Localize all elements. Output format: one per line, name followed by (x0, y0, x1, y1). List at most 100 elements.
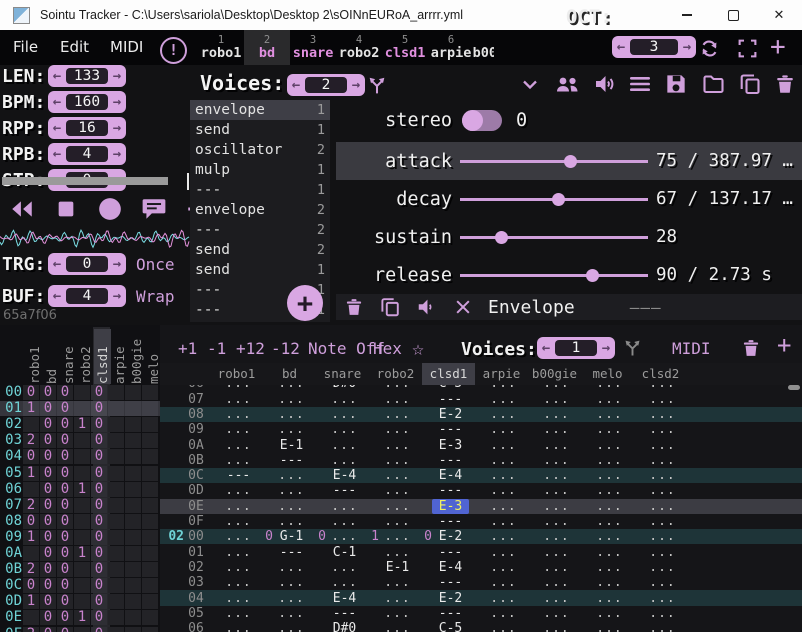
order-cell[interactable] (142, 610, 158, 625)
pattern-cell[interactable]: ... (579, 529, 632, 544)
pattern-cell[interactable]: --- (314, 606, 367, 621)
param-slider[interactable] (460, 218, 648, 256)
fullscreen-icon[interactable] (737, 38, 758, 59)
pattern-cell[interactable]: --- (208, 468, 261, 483)
add-pattern-button[interactable]: + (777, 331, 791, 359)
instrument-tab-clsd1[interactable]: 5clsd1 (382, 30, 428, 65)
stepper-increment-button[interactable]: → (110, 65, 124, 87)
pattern-cell[interactable]: ... (579, 407, 632, 422)
pattern-toolbar-button-hex[interactable]: Hex (373, 339, 402, 358)
menu-file[interactable]: File (13, 30, 38, 65)
pattern-cell[interactable]: --- (261, 545, 314, 560)
stepper-decrement-button[interactable]: ← (50, 65, 64, 87)
order-cell[interactable]: 0 (57, 610, 73, 625)
order-cell[interactable]: 0 (91, 401, 107, 416)
order-cell[interactable]: 0 (23, 514, 39, 529)
pattern-cell[interactable]: ... (261, 422, 314, 437)
minimize-button[interactable] (664, 0, 710, 30)
unit-item-mulp[interactable]: mulp1 (190, 160, 330, 180)
pattern-cell[interactable]: ... (579, 453, 632, 468)
pattern-cell[interactable]: E-4 (420, 560, 473, 575)
pattern-cell[interactable]: ... (367, 407, 420, 422)
pattern-cell[interactable]: ... (261, 606, 314, 621)
order-cell[interactable] (125, 610, 141, 625)
param-slider[interactable] (460, 256, 648, 294)
speaker-icon[interactable] (593, 72, 617, 96)
pattern-cell[interactable]: ... (367, 453, 420, 468)
pattern-cell[interactable]: ... (526, 591, 579, 606)
pattern-cell[interactable]: ... (632, 422, 685, 437)
order-cell[interactable] (125, 401, 141, 416)
pattern-cell[interactable]: ... (261, 575, 314, 590)
order-cell[interactable] (74, 562, 90, 577)
order-cell[interactable]: 0 (40, 562, 56, 577)
slider-thumb[interactable] (564, 155, 577, 168)
pattern-cell[interactable]: ... (208, 453, 261, 468)
pattern-cell[interactable]: ... (314, 575, 367, 590)
pattern-cell[interactable]: ... (314, 453, 367, 468)
pattern-cell[interactable]: ... (473, 621, 526, 632)
instrument-tab-robo2[interactable]: 4robo2 (336, 30, 382, 65)
order-track-header-b00gie[interactable]: b00gie (128, 329, 145, 384)
instrument-tab-b00gie[interactable]: 7b00gie (474, 30, 494, 65)
pattern-cell[interactable]: E-2 (420, 591, 473, 606)
order-cell[interactable] (142, 482, 158, 497)
order-cell[interactable]: 2 (23, 627, 39, 632)
order-cell[interactable] (108, 482, 124, 497)
order-cell[interactable] (125, 498, 141, 513)
unit-item-oscillator[interactable]: oscillator2 (190, 140, 330, 160)
order-cell[interactable]: 0 (91, 530, 107, 545)
pattern-track-header-snare[interactable]: snare (316, 363, 369, 385)
split-voices-icon[interactable] (366, 75, 388, 97)
order-cell[interactable]: 0 (57, 417, 73, 432)
pattern-cell[interactable]: ... (473, 468, 526, 483)
song-progress-bar[interactable] (2, 177, 168, 185)
pattern-cell[interactable]: ... (261, 483, 314, 498)
order-cell[interactable] (23, 610, 39, 625)
order-cell[interactable] (142, 627, 158, 632)
pattern-cell[interactable]: --- (420, 392, 473, 407)
stepper-increment-button[interactable]: → (110, 117, 124, 139)
order-cell[interactable] (125, 449, 141, 464)
pattern-cell[interactable]: ... (314, 422, 367, 437)
order-cell[interactable]: 2 (23, 562, 39, 577)
order-cell[interactable] (142, 578, 158, 593)
pattern-track-header-b00gie[interactable]: b00gie (528, 363, 581, 385)
pattern-cell[interactable]: ... (632, 545, 685, 560)
order-cell[interactable]: 0 (91, 627, 107, 632)
order-cell[interactable]: 0 (91, 449, 107, 464)
add-instrument-button[interactable]: + (770, 30, 786, 65)
order-cell[interactable]: 1 (74, 610, 90, 625)
stepper-increment-button[interactable]: → (349, 74, 363, 96)
pattern-cell[interactable]: ... (526, 575, 579, 590)
order-cell[interactable]: 0 (91, 578, 107, 593)
pattern-toolbar-button-+12[interactable]: +12 (236, 339, 265, 358)
pattern-cell[interactable]: ... (261, 621, 314, 632)
order-cell[interactable]: 0 (57, 401, 73, 416)
pattern-cell[interactable]: ... (261, 407, 314, 422)
pattern-cell[interactable]: ... (208, 560, 261, 575)
order-cell[interactable] (142, 466, 158, 481)
pattern-cell[interactable]: ... (473, 545, 526, 560)
pattern-cell[interactable]: ... (632, 392, 685, 407)
pattern-cell[interactable]: ... (526, 621, 579, 632)
order-cell[interactable] (142, 514, 158, 529)
folder-icon[interactable] (701, 72, 726, 96)
order-cell[interactable]: 0 (91, 546, 107, 561)
pattern-cell[interactable]: ... (632, 468, 685, 483)
disable-unit-icon[interactable] (453, 297, 473, 317)
unit-item-send[interactable]: send1 (190, 260, 330, 280)
instrument-tab-arpie[interactable]: 6arpie (428, 30, 474, 65)
order-cell[interactable] (74, 514, 90, 529)
pattern-split-icon[interactable] (622, 338, 643, 359)
pattern-cell[interactable]: ... (632, 407, 685, 422)
rewind-button[interactable] (8, 195, 36, 223)
pattern-track-header-robo1[interactable]: robo1 (210, 363, 263, 385)
trg-mode[interactable]: Once (136, 255, 175, 274)
order-cell[interactable]: 0 (91, 417, 107, 432)
order-cell[interactable] (142, 530, 158, 545)
pattern-cell[interactable]: ... (579, 483, 632, 498)
pattern-cell[interactable]: ... (314, 392, 367, 407)
order-cell[interactable]: 1 (23, 530, 39, 545)
pattern-cell[interactable]: ... (526, 407, 579, 422)
